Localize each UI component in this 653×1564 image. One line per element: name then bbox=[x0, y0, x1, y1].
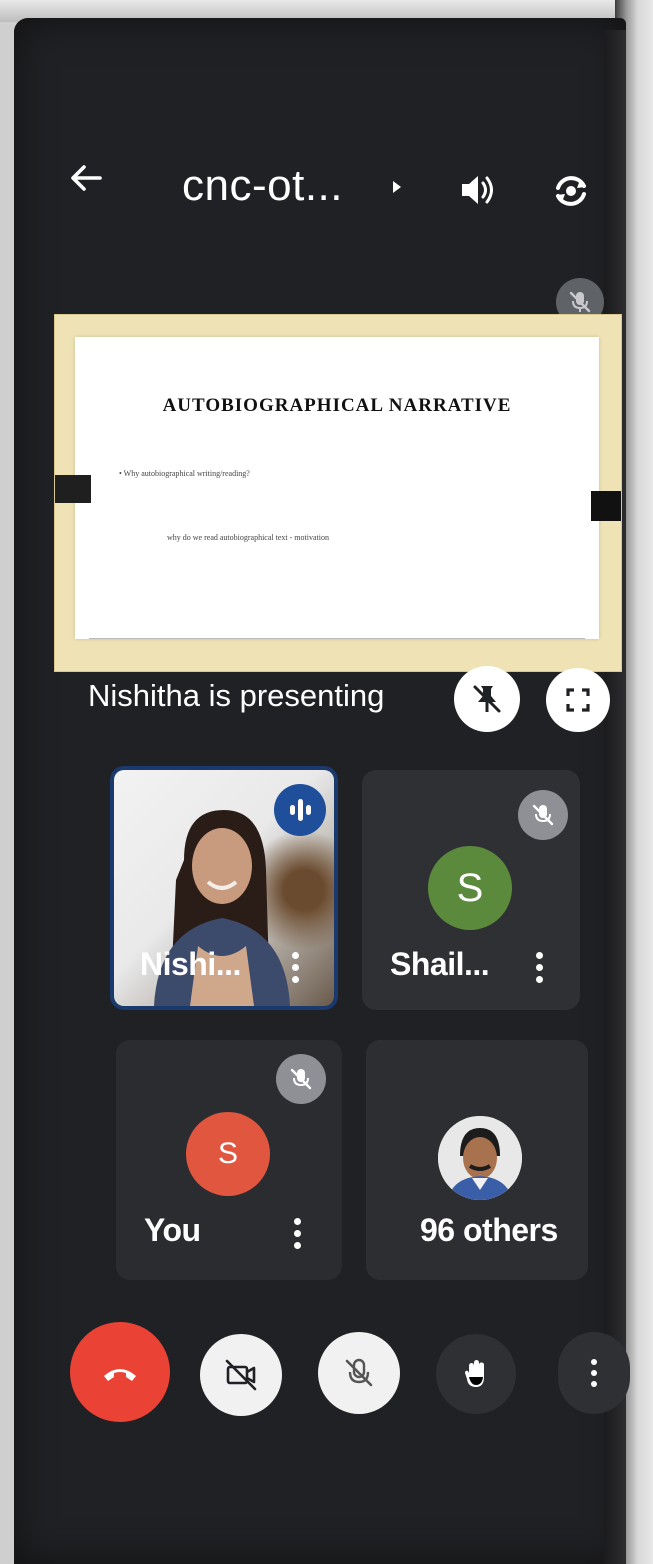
participant-name: 96 others bbox=[420, 1212, 558, 1248]
speaker-icon bbox=[462, 176, 493, 204]
participant-name: Nishi... bbox=[140, 946, 241, 982]
unpin-button[interactable] bbox=[454, 666, 520, 732]
raise-hand-icon bbox=[465, 1360, 484, 1387]
participant-tile-nishitha[interactable]: Nishi... bbox=[110, 766, 338, 1010]
mic-off-icon bbox=[276, 1054, 326, 1104]
end-call-button[interactable] bbox=[70, 1322, 170, 1422]
dropdown-arrow-icon[interactable] bbox=[386, 172, 408, 202]
participant-more-button[interactable] bbox=[280, 942, 310, 992]
unpin-icon bbox=[473, 685, 501, 713]
speaking-indicator-icon bbox=[274, 784, 326, 836]
participant-more-button[interactable] bbox=[282, 1208, 312, 1258]
camera-off-icon bbox=[225, 1359, 257, 1391]
switch-camera-icon bbox=[556, 176, 586, 206]
back-arrow-icon bbox=[71, 165, 102, 191]
participant-tile-you[interactable]: S You bbox=[116, 1040, 342, 1280]
switch-camera-button[interactable] bbox=[540, 160, 602, 222]
raise-hand-button[interactable] bbox=[436, 1334, 516, 1414]
participant-more-button[interactable] bbox=[524, 942, 554, 992]
slide-title: AUTOBIOGRAPHICAL NARRATIVE bbox=[162, 395, 512, 416]
mic-off-icon bbox=[518, 790, 568, 840]
participant-name: Shail... bbox=[390, 946, 490, 982]
fullscreen-icon bbox=[566, 688, 590, 712]
speaker-button[interactable] bbox=[448, 160, 508, 220]
more-options-icon bbox=[591, 1359, 597, 1387]
mic-off-icon bbox=[345, 1358, 373, 1387]
slide-edge-marker bbox=[591, 491, 621, 521]
avatar bbox=[438, 1116, 522, 1200]
slide-edge-marker bbox=[55, 475, 91, 503]
avatar: S bbox=[186, 1112, 270, 1196]
fullscreen-button[interactable] bbox=[546, 668, 610, 732]
slide-subtext: why do we read autobiographical text - m… bbox=[167, 533, 329, 542]
more-options-button[interactable] bbox=[558, 1332, 630, 1414]
slide-bullet: • Why autobiographical writing/reading? bbox=[119, 469, 250, 478]
participant-tile-shail[interactable]: S Shail... bbox=[362, 770, 580, 1010]
participant-name: You bbox=[144, 1212, 201, 1248]
end-call-icon bbox=[104, 1369, 136, 1381]
mic-toggle-button[interactable] bbox=[318, 1332, 400, 1414]
presenting-label: Nishitha is presenting bbox=[88, 678, 385, 713]
meeting-title[interactable]: cnc-ot... bbox=[182, 158, 372, 214]
avatar: S bbox=[428, 846, 512, 930]
shared-screen[interactable]: AUTOBIOGRAPHICAL NARRATIVE • Why autobio… bbox=[54, 314, 622, 672]
camera-toggle-button[interactable] bbox=[200, 1334, 282, 1416]
participant-tile-others[interactable]: 96 others bbox=[366, 1040, 588, 1280]
slide-divider bbox=[89, 638, 585, 639]
slide: AUTOBIOGRAPHICAL NARRATIVE • Why autobio… bbox=[75, 337, 599, 639]
back-button[interactable] bbox=[58, 150, 114, 206]
